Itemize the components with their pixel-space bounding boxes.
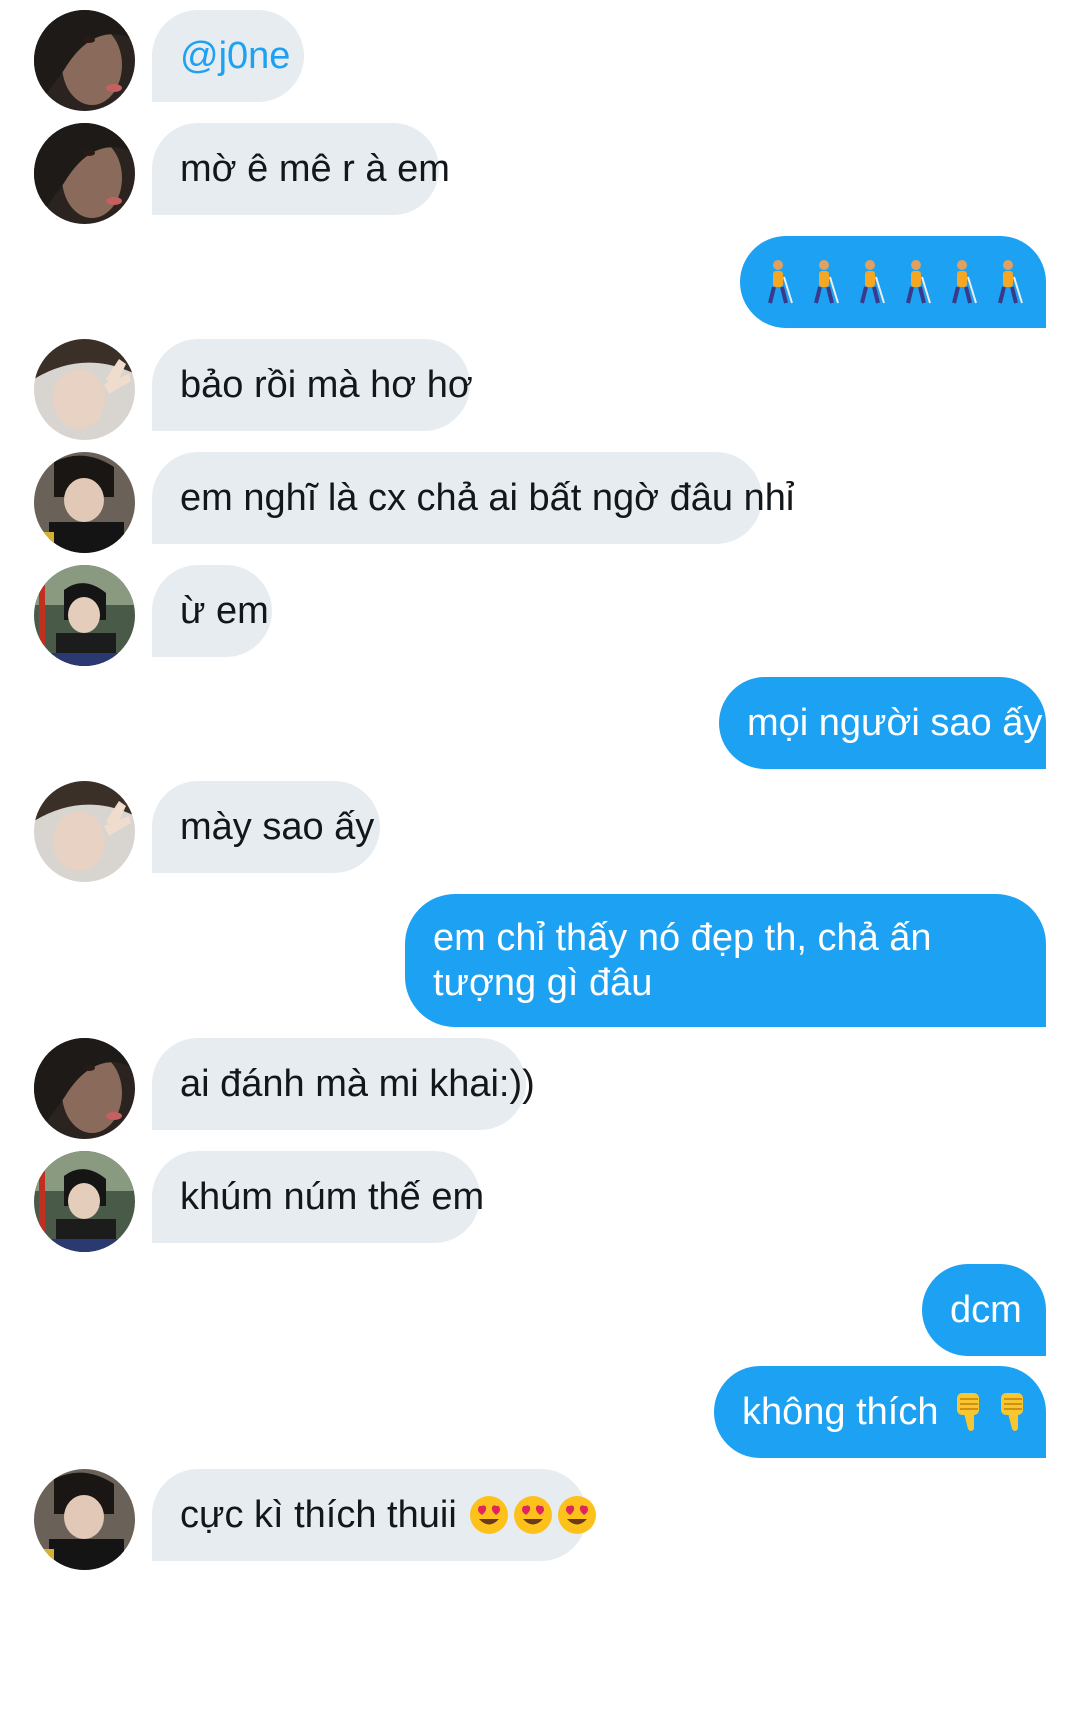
message-text: ừ em (180, 589, 269, 632)
person-with-white-cane-icon (952, 260, 977, 304)
message-row: bảo rồi mà hơ hơ (0, 339, 1080, 440)
message-row: mờ ê mê r à em (0, 123, 1080, 224)
person-with-white-cane-icon (860, 260, 885, 304)
message-row: cực kì thích thuii (0, 1469, 1080, 1570)
emoji-group (469, 1495, 597, 1535)
avatar[interactable] (34, 10, 135, 111)
outgoing-message-bubble[interactable]: mọi người sao ấy (719, 677, 1046, 769)
heart-eyes-icon (513, 1496, 552, 1534)
incoming-message-bubble[interactable]: em nghĩ là cx chả ai bất ngờ đâu nhỉ (152, 452, 794, 544)
avatar[interactable] (34, 1038, 135, 1139)
avatar[interactable] (34, 1151, 135, 1252)
message-row: mày sao ấy (0, 781, 1080, 882)
incoming-message-bubble[interactable]: bảo rồi mà hơ hơ (152, 339, 473, 431)
message-text: mờ ê mê r à em (180, 147, 450, 190)
message-row: @j0ne (0, 10, 1080, 111)
chat-thread: @j0ne mờ ê mê r à em bảo rồi mà hơ hơ em… (0, 0, 1080, 1717)
person-with-white-cane-icon (814, 260, 839, 304)
avatar-photo (34, 781, 135, 882)
message-text: không thích (742, 1390, 939, 1433)
thumbs-down-icon (957, 1393, 980, 1431)
avatar-photo (34, 1038, 135, 1139)
avatar-photo (34, 339, 135, 440)
incoming-message-bubble[interactable]: ai đánh mà mi khai:)) (152, 1038, 535, 1130)
message-text: ai đánh mà mi khai:)) (180, 1062, 535, 1105)
outgoing-message-bubble[interactable]: em chỉ thấy nó đẹp th, chả ấn tượng gì đ… (405, 894, 1046, 1027)
message-row (0, 236, 1080, 328)
outgoing-message-bubble[interactable] (740, 236, 1046, 328)
incoming-message-bubble[interactable]: mày sao ấy (152, 781, 380, 873)
incoming-message-bubble[interactable]: ừ em (152, 565, 272, 657)
incoming-message-bubble[interactable]: mờ ê mê r à em (152, 123, 450, 215)
message-text: mọi người sao ấy (747, 701, 1043, 744)
message-row: dcm (0, 1264, 1080, 1356)
message-row: ai đánh mà mi khai:)) (0, 1038, 1080, 1139)
message-row: mọi người sao ấy (0, 677, 1080, 769)
heart-eyes-icon (469, 1496, 508, 1534)
mention-link[interactable]: @j0ne (180, 34, 290, 79)
incoming-message-bubble[interactable]: @j0ne (152, 10, 304, 102)
message-row: khúm núm thế em (0, 1151, 1080, 1252)
avatar[interactable] (34, 781, 135, 882)
message-text: cực kì thích thuii (180, 1493, 457, 1536)
heart-eyes-icon (557, 1496, 596, 1534)
avatar[interactable] (34, 1469, 135, 1570)
emoji-group (954, 1391, 1032, 1433)
message-text: mày sao ấy (180, 805, 375, 848)
thumbs-down-icon (1001, 1393, 1024, 1431)
message-text: bảo rồi mà hơ hơ (180, 363, 473, 406)
avatar-photo (34, 1151, 135, 1252)
message-text: dcm (950, 1288, 1022, 1331)
avatar[interactable] (34, 339, 135, 440)
message-text: khúm núm thế em (180, 1175, 485, 1218)
outgoing-message-bubble[interactable]: không thích (714, 1366, 1046, 1458)
message-row: không thích (0, 1366, 1080, 1458)
avatar[interactable] (34, 452, 135, 553)
emoji-group (760, 259, 1026, 305)
person-with-white-cane-icon (906, 260, 931, 304)
message-row: ừ em (0, 565, 1080, 666)
avatar-photo (34, 1469, 135, 1570)
avatar-photo (34, 452, 135, 553)
message-text: em nghĩ là cx chả ai bất ngờ đâu nhỉ (180, 476, 795, 519)
avatar[interactable] (34, 123, 135, 224)
avatar-photo (34, 565, 135, 666)
message-row: em chỉ thấy nó đẹp th, chả ấn tượng gì đ… (0, 894, 1080, 1027)
person-with-white-cane-icon (768, 260, 793, 304)
avatar-photo (34, 123, 135, 224)
outgoing-message-bubble[interactable]: dcm (922, 1264, 1046, 1356)
message-text: em chỉ thấy nó đẹp th, chả ấn tượng gì đ… (433, 916, 932, 1004)
avatar-photo (34, 10, 135, 111)
incoming-message-bubble[interactable]: cực kì thích thuii (152, 1469, 596, 1561)
message-row: em nghĩ là cx chả ai bất ngờ đâu nhỉ (0, 452, 1080, 553)
person-with-white-cane-icon (998, 260, 1023, 304)
incoming-message-bubble[interactable]: khúm núm thế em (152, 1151, 484, 1243)
avatar[interactable] (34, 565, 135, 666)
